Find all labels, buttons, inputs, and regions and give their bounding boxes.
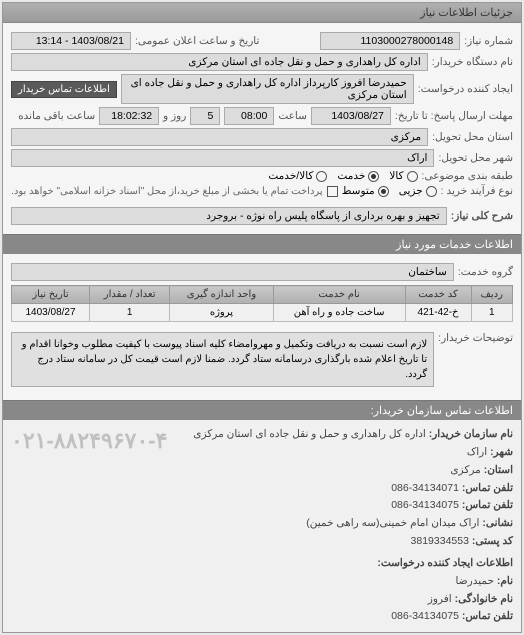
th-code: کد خدمت (405, 286, 471, 304)
td-name: ساخت جاده و راه آهن (273, 304, 405, 322)
th-row: ردیف (471, 286, 513, 304)
big-phone: ۰۲۱-۸۸۲۴۹۶۷۰-۴ (11, 422, 167, 459)
th-unit: واحد اندازه گیری (170, 286, 274, 304)
radio-circle-icon (316, 171, 327, 182)
td-unit: پروژه (170, 304, 274, 322)
contact-header: اطلاعات تماس سازمان خریدار: (3, 400, 521, 420)
service-group-label: گروه خدمت: (458, 266, 513, 278)
province-label: استان محل تحویل: (432, 131, 513, 143)
purchase-type-label: نوع فرآیند خرید : (441, 185, 513, 197)
subject-label: شرح کلی نیاز: (451, 210, 513, 222)
requester-label: ایجاد کننده درخواست: (418, 83, 513, 95)
contact-section: ۰۲۱-۸۸۲۴۹۶۷۰-۴ نام سازمان خریدار: اداره … (3, 420, 521, 632)
deadline-label: مهلت ارسال پاسخ: تا تاریخ: (395, 110, 513, 122)
c-lname-label: نام خانوادگی: (455, 593, 513, 605)
c-org-label: نام سازمان خریدار: (429, 428, 513, 440)
remain-label: ساعت باقی مانده (18, 110, 95, 122)
td-date: 1403/08/27 (12, 304, 90, 322)
purchase-radio-group: جزیی متوسط (342, 185, 437, 197)
radio-khadamat-label: خدمت (337, 170, 365, 182)
c-address-label: نشانی: (482, 517, 513, 529)
th-qty: تعداد / مقدار (90, 286, 170, 304)
th-date: تاریخ نیاز (12, 286, 90, 304)
c-lname-value: افروز (428, 593, 452, 605)
creator-header: اطلاعات ایجاد کننده درخواست: (11, 555, 513, 573)
radio-both[interactable]: کالا/خدمت (268, 170, 327, 182)
radio-small[interactable]: جزیی (399, 185, 437, 197)
services-table: ردیف کد خدمت نام خدمت واحد اندازه گیری ت… (11, 285, 513, 322)
details-panel: جزئیات اطلاعات نیاز شماره نیاز: 11030002… (2, 2, 522, 633)
td-row: 1 (471, 304, 513, 322)
number-value: 1103000278000148 (320, 32, 460, 50)
requester-value: حمیدرضا افروز کارپرداز اداره کل راهداری … (121, 74, 414, 104)
budget-label: طبقه بندی موضوعی: (422, 170, 513, 182)
c-fax-label: تلفن تماس: (462, 499, 513, 511)
days-value: 5 (190, 107, 220, 125)
c-city-value: اراک (467, 446, 487, 458)
c-province-value: مرکزی (450, 464, 480, 476)
remain-time: 18:02:32 (99, 107, 159, 125)
radio-khadamat[interactable]: خدمت (337, 170, 379, 182)
deadline-date: 1403/08/27 (311, 107, 391, 125)
services-header: اطلاعات خدمات مورد نیاز (3, 234, 521, 254)
c-cphone-label: تلفن تماس: (462, 610, 513, 622)
radio-kala-label: کالا (389, 170, 403, 182)
radio-small-label: جزیی (399, 185, 423, 197)
radio-circle-icon (426, 186, 437, 197)
c-fname-label: نام: (497, 575, 513, 587)
number-label: شماره نیاز: (464, 35, 513, 47)
buyer-note: لازم است نسبت به دریافت وتکمیل و مهروامض… (11, 332, 434, 387)
c-cphone-value: 34134075-086 (391, 610, 459, 622)
panel-title: جزئیات اطلاعات نیاز (3, 3, 521, 23)
deadline-time: 08:00 (224, 107, 274, 125)
buyer-org-value: اداره کل راهداری و حمل و نقل جاده ای است… (11, 53, 428, 71)
radio-circle-checked-icon (368, 171, 379, 182)
c-phone-label: تلفن تماس: (462, 482, 513, 494)
time-label-1: ساعت (278, 110, 307, 122)
treasury-checkbox[interactable] (327, 186, 338, 197)
c-address-value: اراک میدان امام خمینی(سه راهی خمین) (306, 517, 479, 529)
buyer-note-label: توضیحات خریدار: (438, 328, 513, 344)
announce-label: تاریخ و ساعت اعلان عمومی: (135, 35, 259, 47)
c-fax-value: 34134075-086 (391, 499, 459, 511)
city-label: شهر محل تحویل: (438, 152, 513, 164)
c-org-value: اداره کل راهداری و حمل و نقل جاده ای است… (193, 428, 426, 440)
purchase-note: پرداخت تمام یا بخشی از مبلغ خرید،از محل … (11, 186, 323, 197)
city-value: اراک (11, 149, 434, 167)
c-province-label: استان: (484, 464, 513, 476)
panel-body: شماره نیاز: 1103000278000148 تاریخ و ساع… (3, 23, 521, 234)
table-row: 1 خ-42-421 ساخت جاده و راه آهن پروژه 1 1… (12, 304, 513, 322)
days-label: روز و (163, 110, 186, 122)
radio-medium[interactable]: متوسط (342, 185, 389, 197)
table-header-row: ردیف کد خدمت نام خدمت واحد اندازه گیری ت… (12, 286, 513, 304)
buyer-org-label: نام دستگاه خریدار: (432, 56, 513, 68)
announce-value: 1403/08/21 - 13:14 (11, 32, 131, 50)
subject-value: تجهیز و بهره برداری از پاسگاه پلیس راه ن… (11, 207, 447, 225)
radio-both-label: کالا/خدمت (268, 170, 313, 182)
province-value: مرکزی (11, 128, 428, 146)
td-code: خ-42-421 (405, 304, 471, 322)
budget-radio-group: کالا خدمت کالا/خدمت (268, 170, 417, 182)
radio-circle-icon (407, 171, 418, 182)
c-post-label: کد پستی: (472, 535, 513, 547)
c-post-value: 3819334553 (411, 535, 469, 547)
td-qty: 1 (90, 304, 170, 322)
c-fname-value: حمیدرضا (456, 575, 494, 587)
radio-kala[interactable]: کالا (389, 170, 417, 182)
c-phone-value: 34134071-086 (391, 482, 459, 494)
th-name: نام خدمت (273, 286, 405, 304)
radio-circle-checked-icon (378, 186, 389, 197)
service-group-value: ساختمان (11, 263, 454, 281)
buyer-contact-button[interactable]: اطلاعات تماس خریدار (11, 81, 117, 98)
radio-medium-label: متوسط (342, 185, 375, 197)
c-city-label: شهر: (490, 446, 513, 458)
